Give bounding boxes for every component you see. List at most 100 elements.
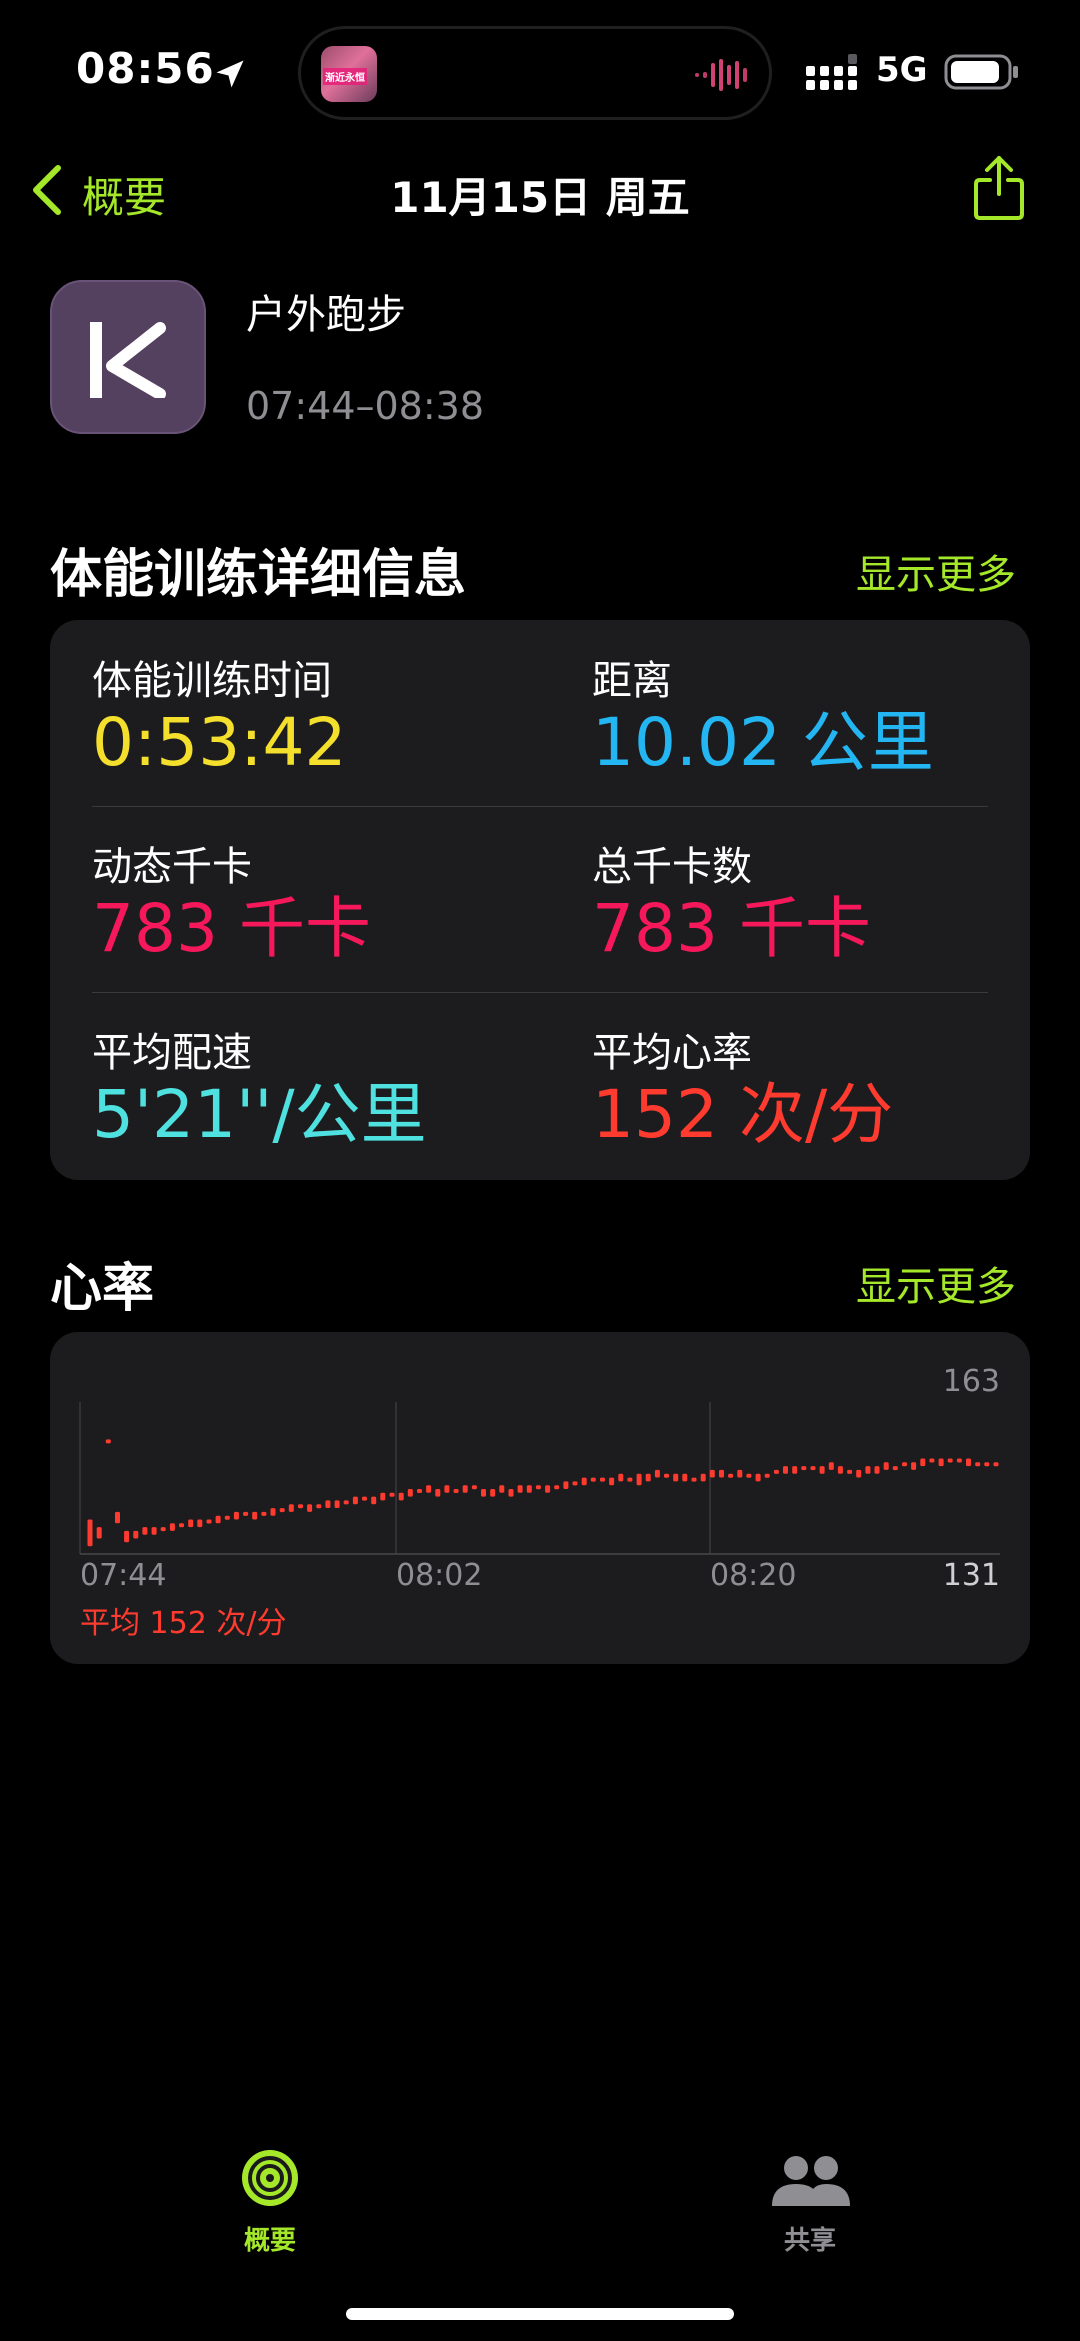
heart-rate-bar (554, 1485, 560, 1490)
heart-rate-bar (206, 1519, 212, 1524)
heart-rate-bar (87, 1519, 93, 1547)
divider (92, 992, 988, 993)
heart-rate-bar (151, 1527, 157, 1535)
heart-rate-bar (874, 1466, 880, 1474)
signal-bars-icon (806, 54, 857, 90)
heart-rate-bar (947, 1458, 953, 1463)
page-title: 11月15日 周五 (390, 173, 690, 222)
network-type: 5G (876, 50, 928, 90)
x-tick-label: 07:44 (80, 1558, 167, 1593)
heart-rate-bar (389, 1492, 395, 1497)
heart-rate-bar (920, 1458, 926, 1467)
heart-rate-bar (664, 1473, 669, 1478)
status-time: 08:56 (76, 44, 215, 93)
heart-rate-bar (243, 1511, 249, 1516)
heart-rate-bar (719, 1469, 724, 1478)
keep-app-icon (50, 280, 206, 434)
heart-rate-bar (398, 1492, 404, 1501)
heart-rate-bar (764, 1473, 770, 1478)
heart-rate-bar (865, 1466, 871, 1474)
heart-rate-bar (96, 1527, 102, 1539)
heart-rate-bar (581, 1477, 587, 1486)
chart-grid (79, 1402, 1000, 1555)
heart-rate-bar (298, 1504, 303, 1509)
heart-rate-bar (956, 1458, 962, 1463)
heart-rate-bar (783, 1466, 788, 1474)
heart-rate-bar (618, 1473, 624, 1482)
heart-rate-show-more-button[interactable]: 显示更多 (856, 1254, 1016, 1312)
heart-rate-bar (197, 1519, 203, 1528)
heart-rate-bar (371, 1496, 377, 1505)
share-icon[interactable] (972, 154, 1026, 222)
metric-value-active-calories: 783 千卡 (92, 890, 371, 967)
workout-name: 户外跑步 (246, 292, 406, 338)
heart-rate-bar (819, 1466, 825, 1474)
heart-rate-bar (636, 1473, 642, 1486)
audio-wave-icon (695, 59, 747, 91)
heart-rate-bar (105, 1439, 111, 1444)
heart-rate-bar (270, 1508, 276, 1516)
details-card[interactable]: 体能训练时间 0:53:42 距离 10.02 公里 动态千卡 783 千卡 总… (50, 620, 1030, 1180)
heart-rate-bar (746, 1473, 752, 1478)
heart-rate-bar (673, 1473, 679, 1482)
heart-rate-bar (508, 1489, 514, 1497)
heart-rate-bar (984, 1462, 990, 1467)
metric-value-total-calories: 783 千卡 (592, 890, 871, 967)
heart-rate-bar (938, 1458, 944, 1467)
heart-rate-bar (563, 1481, 569, 1489)
workout-time-range: 07:44–08:38 (246, 384, 485, 428)
heart-rate-bar (288, 1504, 294, 1512)
heart-rate-bar (600, 1477, 605, 1482)
metric-label-duration: 体能训练时间 (92, 658, 332, 704)
heart-rate-bar (407, 1489, 413, 1497)
home-indicator[interactable] (346, 2308, 734, 2320)
heart-rate-bar (444, 1485, 450, 1493)
heart-rate-bar (380, 1492, 386, 1501)
heart-rate-bar (856, 1469, 862, 1478)
heart-rate-bar (179, 1523, 184, 1528)
tab-summary[interactable]: 概要 (200, 2148, 340, 2258)
heart-rate-bar (609, 1477, 615, 1486)
metric-value-avg-heart-rate: 152 次/分 (592, 1076, 894, 1153)
heart-rate-bar (499, 1485, 505, 1493)
heart-rate-bar (417, 1489, 422, 1493)
average-heart-rate-label: 平均 152 次/分 (80, 1606, 287, 1641)
metric-label-total-calories: 总千卡数 (592, 844, 752, 890)
heart-rate-bar (481, 1489, 486, 1497)
heart-rate-bar (627, 1477, 633, 1482)
heart-rate-bar (343, 1500, 349, 1505)
heart-rate-bar (773, 1469, 779, 1474)
chart-bars (87, 1439, 999, 1547)
heart-rate-bar (261, 1511, 267, 1516)
heart-rate-bar (792, 1466, 798, 1474)
heart-rate-bar (654, 1469, 660, 1478)
heart-rate-bar (233, 1511, 239, 1520)
details-section-title: 体能训练详细信息 (50, 545, 467, 605)
heart-rate-bar (837, 1466, 843, 1474)
heart-rate-section-title: 心率 (50, 1259, 155, 1319)
heart-rate-bar (892, 1466, 898, 1471)
heart-rate-card[interactable]: 163 07:44 08:02 08:20 131 平均 152 次/分 (50, 1332, 1030, 1664)
heart-rate-bar (362, 1496, 367, 1501)
metric-value-avg-pace: 5'21''/公里 (92, 1076, 427, 1153)
activity-rings-icon (242, 2150, 298, 2206)
tab-sharing[interactable]: 共享 (740, 2148, 880, 2258)
heart-rate-bar (169, 1523, 175, 1531)
chart-min-label: 131 (942, 1558, 1000, 1593)
heart-rate-bar (435, 1489, 441, 1497)
x-tick-label: 08:20 (710, 1558, 797, 1593)
metric-label-avg-heart-rate: 平均心率 (592, 1030, 752, 1076)
heart-rate-bar (902, 1462, 907, 1467)
heart-rate-bar (709, 1469, 715, 1478)
people-icon (772, 2156, 850, 2206)
heart-rate-bar (645, 1473, 651, 1482)
details-show-more-button[interactable]: 显示更多 (856, 542, 1016, 600)
heart-rate-bar (334, 1500, 340, 1508)
heart-rate-bar (160, 1527, 166, 1532)
heart-rate-bar (215, 1515, 221, 1524)
heart-rate-bar (115, 1511, 120, 1524)
heart-rate-bar (810, 1466, 816, 1471)
heart-rate-bar (847, 1469, 853, 1474)
heart-rate-bar (307, 1504, 313, 1512)
dynamic-island[interactable]: 渐近永恒 (298, 26, 772, 120)
